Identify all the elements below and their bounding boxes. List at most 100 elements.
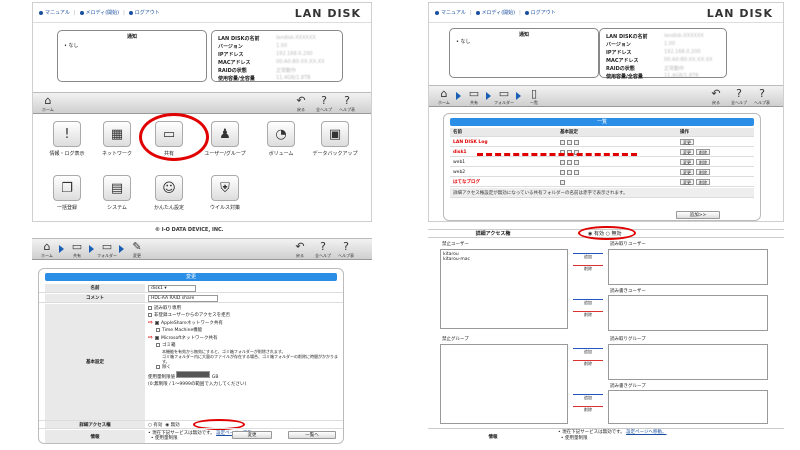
nav-share[interactable]: ▭ 共有 [66, 241, 88, 259]
nav-list[interactable]: ▯ 一覧 [523, 88, 545, 106]
logout-link[interactable]: ログアウト [128, 9, 160, 16]
user-rw-del[interactable]: 削除 [573, 311, 603, 318]
checkbox[interactable] [148, 312, 152, 317]
logout-link[interactable]: ログアウト [524, 9, 556, 16]
edit-button[interactable]: 変更 [680, 159, 694, 165]
group-read-del[interactable]: 削除 [573, 360, 603, 367]
list-column-headers: 名前 基本設定 操作 [450, 128, 754, 137]
setting-icon [567, 139, 572, 145]
add-share-button[interactable]: 追加>> [676, 211, 720, 219]
nav-folder[interactable]: ▭ フォルダー [96, 241, 118, 259]
name-select[interactable]: disk1 ▾ [148, 285, 196, 292]
help-all-icon: ? [320, 240, 326, 253]
share-row: web2 変更 削除 [450, 168, 754, 177]
nav-home[interactable]: ⌂ ホーム [36, 241, 58, 259]
info-value-mac: 00:A0:B0:XX:XX:XX [276, 59, 325, 65]
user-rw-add[interactable]: 追加 [573, 299, 603, 306]
nav-back[interactable]: ↶ 戻る [290, 95, 312, 113]
melody-link[interactable]: メロディ(開始) [475, 9, 515, 16]
info-log-tile[interactable]: ! 情報・ログ表示 [41, 121, 93, 157]
breadcrumb-arrow [456, 92, 461, 100]
nav-help-all[interactable]: ? 全ヘルプ [313, 95, 335, 113]
group-rw-add[interactable]: 追加 [573, 394, 603, 401]
help-icon: ? [344, 94, 350, 107]
share-name[interactable]: LAN DISK Log [450, 140, 560, 145]
user-item[interactable]: kitarou-mac [443, 257, 565, 262]
option-2[interactable]: ⇨ AppleShareネットワーク共有 [148, 319, 340, 327]
info-label-mac: MACアドレス [606, 57, 639, 64]
deny-user-list[interactable]: kitarou kitarou-mac [440, 249, 568, 329]
option-1[interactable]: 非登録ユーザーからのアクセスを拒否 [148, 312, 340, 319]
comment-input[interactable]: HDL-AA RAID share [148, 295, 218, 302]
option-5[interactable]: ゴミ箱 [148, 342, 340, 349]
checkbox[interactable] [148, 305, 152, 310]
nav-help-all[interactable]: ? 全ヘルプ [728, 88, 750, 106]
delete-button[interactable]: 削除 [696, 149, 710, 155]
info-row: 情報 • 現在下記サービスは無効です。 設定ページへ移動。 • 使用量制限 [428, 428, 784, 444]
capacity-input[interactable] [176, 371, 211, 378]
detail-on-radio[interactable]: ○ 有効 [148, 423, 162, 428]
nav-help[interactable]: ? ヘルプ表 [751, 88, 773, 106]
option-4[interactable]: ⇨ Microsoftネットワーク共有 [148, 334, 340, 342]
easy-setup-tile[interactable]: ☺ かんたん設定 [143, 175, 195, 211]
group-read-add[interactable]: 追加 [573, 348, 603, 355]
nav-folder[interactable]: ▭ フォルダー [493, 88, 515, 106]
nav-home[interactable]: ⌂ ホーム [433, 88, 455, 106]
system-tile[interactable]: ▤ システム [91, 175, 143, 211]
edit-button[interactable]: 変更 [680, 179, 694, 185]
nav-share[interactable]: ▭ 共有 [463, 88, 485, 106]
deny-group-list[interactable] [440, 344, 568, 424]
antivirus-tile[interactable]: ⛨ ウイルス対策 [199, 175, 251, 211]
edit-button[interactable]: 変更 [680, 169, 694, 175]
checkbox[interactable] [155, 320, 160, 325]
nav-help[interactable]: ? ヘルプ表 [336, 95, 358, 113]
read-group-list[interactable] [608, 344, 768, 380]
checkbox[interactable] [156, 342, 160, 347]
delete-button[interactable]: 削除 [696, 179, 710, 185]
nav-help[interactable]: ? ヘルプ表 [335, 241, 357, 259]
checkbox[interactable] [156, 327, 160, 332]
rw-group-list[interactable] [608, 390, 768, 424]
left-top-panel: マニュアル | メロディ(開始) | ログアウト LAN DISK 通知 • な… [32, 2, 372, 222]
user-read-del[interactable]: 削除 [573, 265, 603, 272]
share-name[interactable]: はてなブログ [450, 179, 560, 185]
manual-link[interactable]: マニュアル [39, 9, 70, 16]
nav-settings[interactable]: ✎ 変更 [126, 241, 148, 259]
capacity-note: (0:無制限 / 1〜9999の範囲で入力してください) [148, 382, 247, 387]
edit-button[interactable]: 変更 [680, 149, 694, 155]
nav-home[interactable]: ⌂ ホーム [37, 95, 59, 113]
manual-link[interactable]: マニュアル [435, 9, 466, 16]
tile-label: データバックアップ [312, 151, 358, 157]
read-user-list[interactable] [608, 249, 768, 285]
settings-link[interactable]: 設定ページへ移動。 [626, 430, 666, 435]
share-name[interactable]: web1 [450, 160, 560, 165]
change-button[interactable]: 変更 [232, 431, 272, 439]
share-name[interactable]: web2 [450, 170, 560, 175]
list-icon: ▯ [530, 87, 538, 100]
user-read-add[interactable]: 追加 [573, 253, 603, 260]
checkbox[interactable] [155, 335, 160, 340]
delete-button[interactable]: 削除 [696, 169, 710, 175]
option-3[interactable]: Time Machine機能 [148, 327, 340, 334]
list-button[interactable]: 一覧へ [288, 431, 336, 439]
melody-link[interactable]: メロディ(開始) [79, 9, 119, 16]
volume-tile[interactable]: ◔ ボリューム [255, 121, 307, 157]
nav-help-all[interactable]: ? 全ヘルプ [312, 241, 334, 259]
delete-button[interactable]: 削除 [696, 159, 710, 165]
edit-button[interactable]: 変更 [680, 139, 694, 145]
network-tile[interactable]: ▦ ネットワーク [91, 121, 143, 157]
capacity-row: 使用量制限値 GB [148, 371, 340, 381]
bulk-register-tile[interactable]: ❐ 一括登録 [41, 175, 93, 211]
disk1-dashed-underline [477, 153, 637, 156]
info-value-name: landisk-XXXXXX [276, 35, 316, 41]
detail-off-radio[interactable]: ◉ 無効 [165, 423, 179, 428]
option-0[interactable]: 読み取り専用 [148, 305, 340, 312]
data-backup-tile[interactable]: ▣ データバックアップ [309, 121, 361, 157]
group-rw-del[interactable]: 削除 [573, 406, 603, 413]
rw-user-list[interactable] [608, 295, 768, 331]
exclude-option[interactable]: 除く [148, 364, 340, 371]
nav-back[interactable]: ↶ 戻る [289, 241, 311, 259]
info-value-ip: 192.168.0.200 [664, 49, 701, 55]
setting-icon [574, 169, 579, 175]
nav-back[interactable]: ↶ 戻る [705, 88, 727, 106]
